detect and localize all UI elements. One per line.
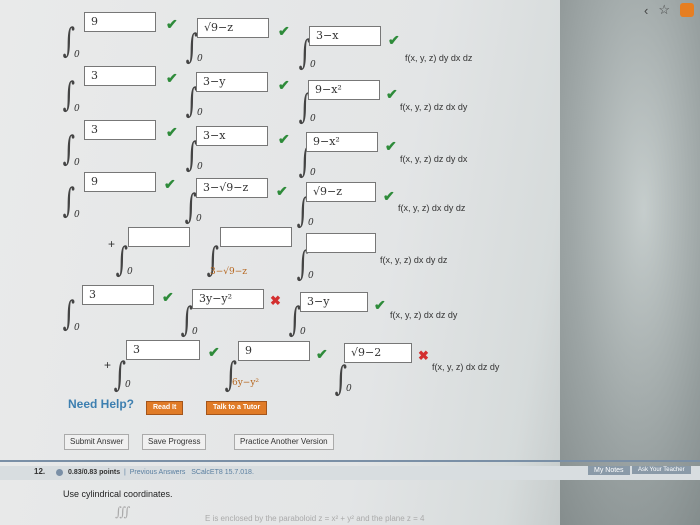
lower-limit: 0 — [74, 104, 80, 114]
answer-box[interactable]: 3−y — [300, 292, 368, 312]
plus-sign: + — [108, 237, 116, 251]
integral-row-7: + ∫ 0 3 ✔ ∫ 6y−y² 9 ✔ ∫ 0 √9−2 ✖ f(x, y,… — [0, 338, 700, 396]
lower-limit: 0 — [300, 327, 306, 337]
integral-row-4: ∫ 0 9 ✔ ∫ 0 3−√9−z ✔ ∫ 0 √9−z ✔ f(x, y, … — [0, 170, 700, 228]
check-icon: ✔ — [278, 131, 290, 147]
talk-to-tutor-button[interactable]: Talk to a Tutor — [206, 401, 268, 415]
answer-box[interactable]: 9 — [84, 12, 156, 32]
answer-box[interactable]: 3−x — [196, 126, 268, 146]
check-icon: ✔ — [278, 77, 290, 93]
lower-limit: 3−√9−z — [210, 267, 248, 277]
previous-answers-link[interactable]: Previous Answers — [130, 469, 186, 476]
lower-limit: 0 — [74, 210, 80, 220]
question-info: 0.83/0.83 points | Previous Answers SCal… — [68, 469, 254, 476]
answer-box[interactable]: 3 — [84, 66, 156, 86]
lower-limit: 0 — [346, 384, 352, 394]
check-icon: ✔ — [278, 23, 290, 39]
source-label: SCalcET8 15.7.018. — [191, 469, 254, 476]
check-icon: ✔ — [162, 289, 174, 305]
answer-box[interactable]: 3 — [84, 120, 156, 140]
integrand: f(x, y, z) dy dx dz — [405, 53, 473, 63]
check-icon: ✔ — [374, 297, 386, 313]
answer-box[interactable]: 3−y — [196, 72, 268, 92]
check-icon: ✔ — [383, 188, 395, 204]
check-icon: ✔ — [385, 138, 397, 154]
lower-limit: 0 — [74, 323, 80, 333]
integral-row-2: ∫ 0 3 ✔ ∫ 0 3−y ✔ ∫ 0 9−x² ✔ f(x, y, z) … — [0, 64, 700, 124]
my-notes-tab[interactable]: My Notes — [588, 466, 630, 475]
answer-box[interactable] — [128, 227, 190, 247]
answer-box[interactable]: 3 — [126, 340, 200, 360]
answer-box[interactable]: 9 — [238, 341, 310, 361]
integrand: f(x, y, z) dx dy dz — [398, 203, 466, 213]
answer-box[interactable] — [306, 233, 376, 253]
answer-box[interactable] — [220, 227, 292, 247]
answer-box[interactable]: 3−√9−z — [196, 178, 268, 198]
status-icon — [56, 469, 63, 476]
check-icon: ✔ — [166, 16, 178, 32]
ask-teacher-tab[interactable]: Ask Your Teacher — [632, 466, 691, 474]
answer-box[interactable]: √9−z — [197, 18, 269, 38]
lower-limit: 0 — [197, 108, 203, 118]
answer-box[interactable]: 3 — [82, 285, 154, 305]
lower-limit: 0 — [125, 380, 131, 390]
integral-row-3: ∫ 0 3 ✔ ∫ 0 3−x ✔ ∫ 0 9−x² ✔ f(x, y, z) … — [0, 118, 700, 178]
lower-limit: 0 — [74, 50, 80, 60]
lower-limit: 0 — [197, 54, 203, 64]
points: 0.83/0.83 points — [68, 469, 121, 476]
practice-another-version-button[interactable]: Practice Another Version — [234, 434, 334, 450]
question-number: 12. — [34, 467, 46, 476]
check-icon: ✔ — [388, 32, 400, 48]
check-icon: ✔ — [166, 70, 178, 86]
answer-box[interactable]: 9−x² — [308, 80, 380, 100]
save-progress-button[interactable]: Save Progress — [142, 434, 207, 450]
check-icon: ✔ — [208, 344, 220, 360]
check-icon: ✔ — [386, 86, 398, 102]
answer-box[interactable]: 9 — [84, 172, 156, 192]
answer-box[interactable]: 9−x² — [306, 132, 378, 152]
integral-row-6: ∫ 0 3 ✔ ∫ 0 3y−y² ✖ ∫ 0 3−y ✔ f(x, y, z)… — [0, 283, 700, 337]
cross-icon: ✖ — [270, 293, 281, 308]
lower-limit: 0 — [308, 271, 314, 281]
check-icon: ✔ — [276, 183, 288, 199]
question-divider — [0, 460, 700, 462]
answer-box[interactable]: 3y−y² — [192, 289, 264, 309]
plus-sign: + — [104, 358, 112, 372]
integrand: f(x, y, z) dx dy dz — [380, 255, 448, 265]
integrand: f(x, y, z) dz dx dy — [400, 102, 468, 112]
answer-box[interactable]: √9−2 — [344, 343, 412, 363]
lower-limit: 0 — [127, 267, 133, 277]
integrand: f(x, y, z) dx dz dy — [390, 310, 458, 320]
need-help-label: Need Help? — [68, 397, 135, 411]
lower-limit: 0 — [74, 158, 80, 168]
integral-row-5: + ∫ 0 ∫ 3−√9−z ∫ 0 f(x, y, z) dx dy dz — [0, 225, 700, 281]
lower-limit: 0 — [196, 214, 202, 224]
answer-box[interactable]: 3−x — [309, 26, 381, 46]
question-text: Use cylindrical coordinates. — [63, 489, 173, 499]
read-it-button[interactable]: Read It — [146, 401, 184, 415]
question-description: E is enclosed by the paraboloid z = x² +… — [205, 514, 425, 523]
integrand: f(x, y, z) dz dy dx — [400, 154, 468, 164]
triple-integral-symbol: ∭ — [115, 505, 130, 520]
check-icon: ✔ — [316, 346, 328, 362]
check-icon: ✔ — [166, 124, 178, 140]
answer-box[interactable]: √9−z — [306, 182, 376, 202]
lower-limit: 6y−y² — [232, 378, 260, 388]
cross-icon: ✖ — [418, 348, 429, 363]
integrand: f(x, y, z) dx dz dy — [432, 362, 500, 372]
submit-answer-button[interactable]: Submit Answer — [64, 434, 130, 450]
integral-row-1: ∫ 0 9 ✔ ∫ 0 √9−z ✔ ∫ 0 3−x ✔ f(x, y, z) … — [0, 10, 700, 70]
check-icon: ✔ — [164, 176, 176, 192]
lower-limit: 0 — [192, 327, 198, 337]
